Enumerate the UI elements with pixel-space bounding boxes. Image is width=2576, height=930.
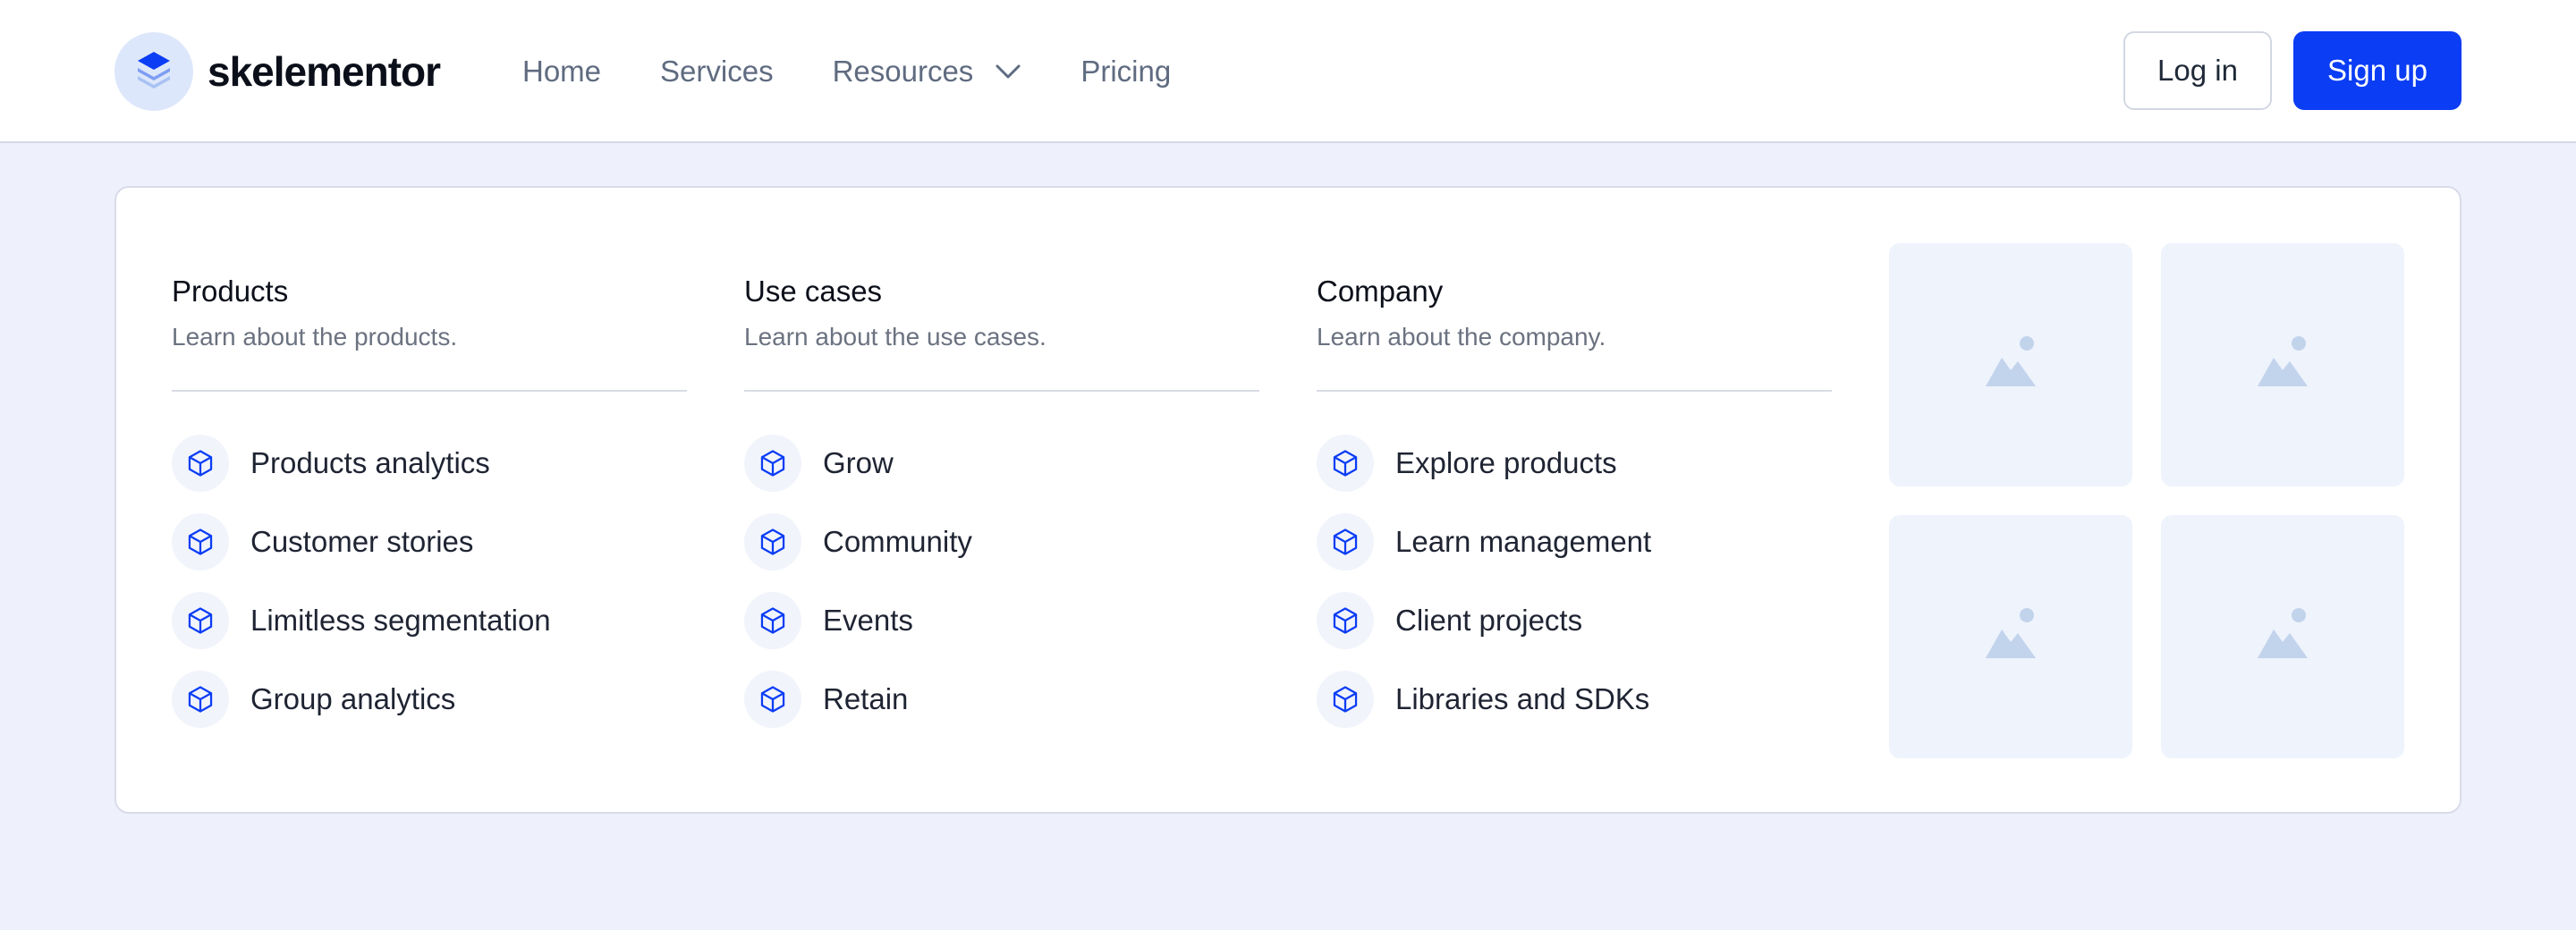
nav-pricing[interactable]: Pricing xyxy=(1080,55,1171,89)
menu-column-use-cases: Use cases Learn about the use cases. Gro… xyxy=(744,274,1259,728)
column-description: Learn about the use cases. xyxy=(744,323,1046,351)
image-placeholder-icon xyxy=(1982,607,2039,666)
column-title: Company xyxy=(1317,275,1444,308)
login-button[interactable]: Log in xyxy=(2123,31,2272,110)
menu-link[interactable]: Grow xyxy=(744,435,1259,492)
column-links: Explore products Learn management Client… xyxy=(1317,435,1832,728)
cube-icon xyxy=(744,513,801,571)
image-placeholder-icon xyxy=(1982,335,2039,394)
nav-services[interactable]: Services xyxy=(660,55,774,89)
cube-icon xyxy=(744,671,801,728)
nav-home[interactable]: Home xyxy=(522,55,601,89)
cube-icon xyxy=(172,435,229,492)
image-placeholder[interactable] xyxy=(1889,515,2132,758)
brand-name: skelementor xyxy=(208,48,441,95)
menu-link-label: Learn management xyxy=(1395,525,1652,558)
cube-icon xyxy=(744,592,801,649)
menu-link-label: Limitless segmentation xyxy=(250,604,551,637)
main-nav: Home Services Resources Pricing xyxy=(522,0,1171,143)
menu-link[interactable]: Community xyxy=(744,513,1259,571)
column-links: Products analytics Customer stories Limi… xyxy=(172,435,687,728)
cube-icon xyxy=(744,435,801,492)
nav-resources-label: Resources xyxy=(832,55,974,88)
menu-link[interactable]: Limitless segmentation xyxy=(172,592,687,649)
image-placeholder[interactable] xyxy=(2161,243,2404,486)
menu-link[interactable]: Client projects xyxy=(1317,592,1832,649)
site-header: skelementor Home Services Resources Pric… xyxy=(0,0,2576,143)
menu-link[interactable]: Learn management xyxy=(1317,513,1832,571)
menu-link-label: Libraries and SDKs xyxy=(1395,682,1650,715)
column-links: Grow Community Events Retain xyxy=(744,435,1259,728)
menu-link-label: Retain xyxy=(823,682,909,715)
column-description: Learn about the products. xyxy=(172,323,458,351)
signup-button[interactable]: Sign up xyxy=(2293,31,2462,110)
cube-icon xyxy=(172,671,229,728)
image-placeholder-icon xyxy=(2254,335,2311,394)
column-title: Use cases xyxy=(744,275,883,308)
column-divider xyxy=(1317,390,1832,392)
cube-icon xyxy=(172,513,229,571)
menu-link-label: Grow xyxy=(823,446,894,479)
cube-icon xyxy=(1317,513,1374,571)
chevron-down-icon xyxy=(995,63,1021,80)
menu-link-label: Customer stories xyxy=(250,525,474,558)
menu-link-label: Group analytics xyxy=(250,682,456,715)
resources-mega-menu: Products Learn about the products. Produ… xyxy=(114,186,2462,814)
menu-link[interactable]: Group analytics xyxy=(172,671,687,728)
image-placeholder[interactable] xyxy=(1889,243,2132,486)
nav-resources[interactable]: Resources xyxy=(833,55,1022,89)
layers-icon xyxy=(114,32,193,111)
column-divider xyxy=(744,390,1259,392)
menu-column-products: Products Learn about the products. Produ… xyxy=(172,274,687,728)
menu-link-label: Products analytics xyxy=(250,446,490,479)
column-description: Learn about the company. xyxy=(1317,323,1606,351)
cube-icon xyxy=(1317,435,1374,492)
image-placeholder[interactable] xyxy=(2161,515,2404,758)
menu-column-company: Company Learn about the company. Explore… xyxy=(1317,274,1832,728)
column-divider xyxy=(172,390,687,392)
column-title: Products xyxy=(172,275,289,308)
menu-link-label: Community xyxy=(823,525,972,558)
cube-icon xyxy=(1317,592,1374,649)
menu-link-label: Explore products xyxy=(1395,446,1617,479)
cube-icon xyxy=(1317,671,1374,728)
menu-link-label: Client projects xyxy=(1395,604,1583,637)
cube-icon xyxy=(172,592,229,649)
brand-logo[interactable]: skelementor xyxy=(114,32,441,111)
menu-link[interactable]: Libraries and SDKs xyxy=(1317,671,1832,728)
menu-link[interactable]: Customer stories xyxy=(172,513,687,571)
menu-link[interactable]: Explore products xyxy=(1317,435,1832,492)
menu-link-label: Events xyxy=(823,604,913,637)
menu-link[interactable]: Events xyxy=(744,592,1259,649)
menu-link[interactable]: Retain xyxy=(744,671,1259,728)
image-placeholder-icon xyxy=(2254,607,2311,666)
menu-link[interactable]: Products analytics xyxy=(172,435,687,492)
